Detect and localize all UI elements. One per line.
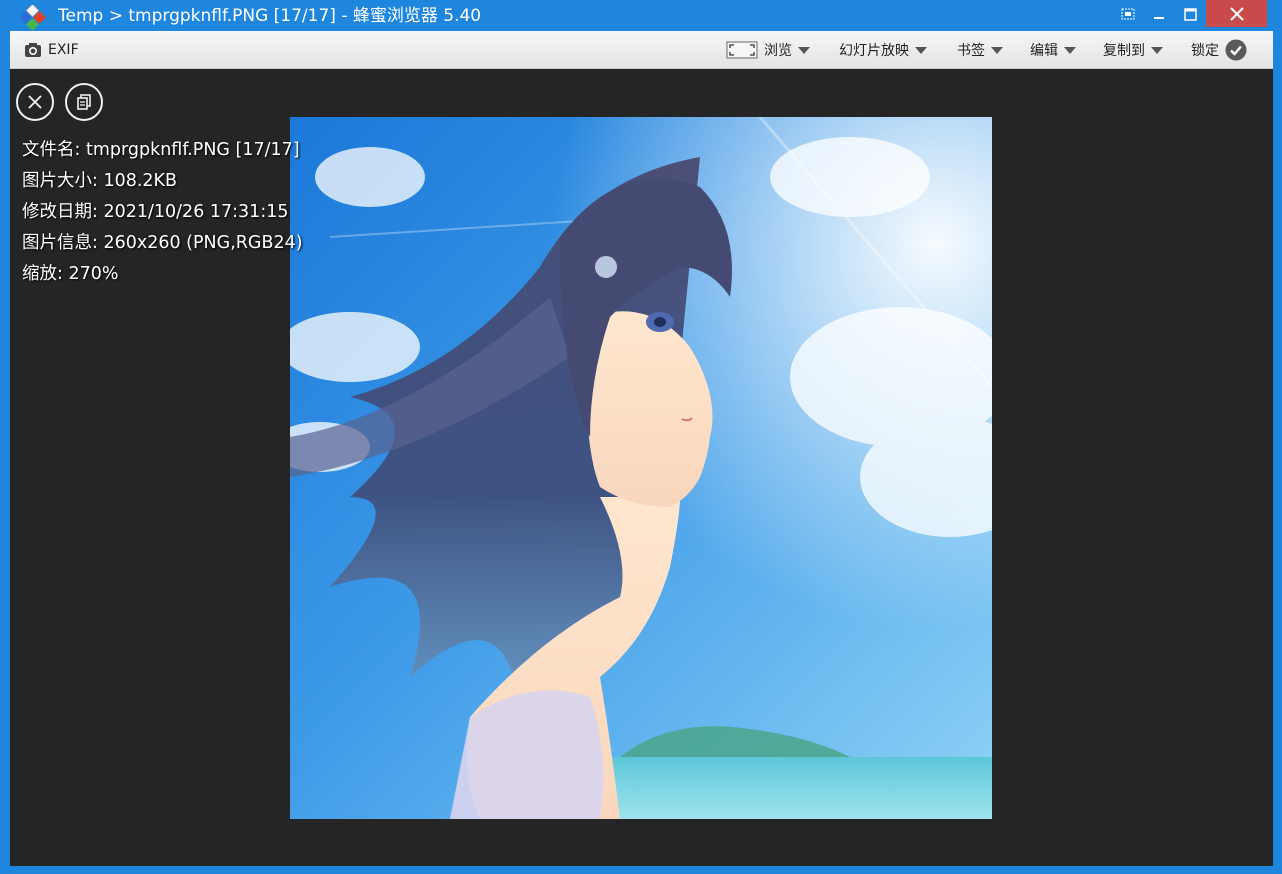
app-window: Temp > tmprgpknflf.PNG [17/17] - 蜂蜜浏览器 5… [0, 0, 1282, 874]
info-imageinfo: 图片信息: 260x260 (PNG,RGB24) [22, 233, 303, 253]
bookmark-menu[interactable]: 书签 [957, 31, 1003, 69]
close-info-button[interactable] [16, 83, 54, 121]
copyto-menu[interactable]: 复制到 [1103, 31, 1163, 69]
edit-menu[interactable]: 编辑 [1030, 31, 1076, 69]
info-filesize: 图片大小: 108.2KB [22, 171, 178, 191]
minimize-icon [1154, 17, 1164, 19]
title-bar[interactable]: Temp > tmprgpknflf.PNG [17/17] - 蜂蜜浏览器 5… [0, 0, 1282, 32]
close-icon [28, 95, 42, 109]
minimize-button[interactable] [1144, 0, 1174, 28]
close-window-button[interactable] [1206, 0, 1267, 27]
displayed-image[interactable] [290, 117, 992, 819]
bookmark-label: 书签 [957, 43, 985, 59]
exif-label: EXIF [48, 42, 79, 58]
image-info-overlay: 文件名: tmprgpknflf.PNG [17/17] 图片大小: 108.2… [22, 135, 303, 290]
window-bottom-border [0, 866, 1282, 874]
chevron-down-icon [1064, 46, 1076, 54]
edit-label: 编辑 [1030, 43, 1058, 59]
fullscreen-icon [726, 41, 758, 59]
check-circle-icon [1225, 39, 1247, 61]
browse-label: 浏览 [764, 43, 792, 59]
maximize-button[interactable] [1175, 0, 1205, 28]
chevron-down-icon [1151, 46, 1163, 54]
slideshow-menu[interactable]: 幻灯片放映 [839, 31, 927, 69]
chevron-down-icon [915, 46, 927, 54]
browse-menu[interactable]: 浏览 [726, 31, 810, 69]
lock-toggle[interactable]: 锁定 [1191, 31, 1247, 69]
exif-button[interactable]: EXIF [24, 31, 79, 69]
copy-icon [77, 94, 91, 110]
chevron-down-icon [991, 46, 1003, 54]
slideshow-label: 幻灯片放映 [839, 43, 909, 59]
lock-label: 锁定 [1191, 43, 1219, 59]
compact-mode-icon [1121, 8, 1135, 20]
close-icon [1229, 6, 1244, 21]
copyto-label: 复制到 [1103, 43, 1145, 59]
info-modified: 修改日期: 2021/10/26 17:31:15 [22, 202, 289, 222]
copy-info-button[interactable] [65, 83, 103, 121]
toolbar: EXIF 浏览 幻灯片放映 书签 编辑 复制到 锁定 [10, 31, 1273, 69]
info-zoom: 缩放: 270% [22, 264, 119, 284]
maximize-icon [1183, 7, 1197, 21]
camera-icon [25, 43, 41, 57]
chevron-down-icon [798, 46, 810, 54]
compact-mode-button[interactable] [1113, 0, 1143, 28]
image-viewer[interactable]: 文件名: tmprgpknflf.PNG [17/17] 图片大小: 108.2… [10, 69, 1273, 866]
info-filename: 文件名: tmprgpknflf.PNG [17/17] [22, 140, 300, 160]
window-title: Temp > tmprgpknflf.PNG [17/17] - 蜂蜜浏览器 5… [58, 6, 482, 26]
